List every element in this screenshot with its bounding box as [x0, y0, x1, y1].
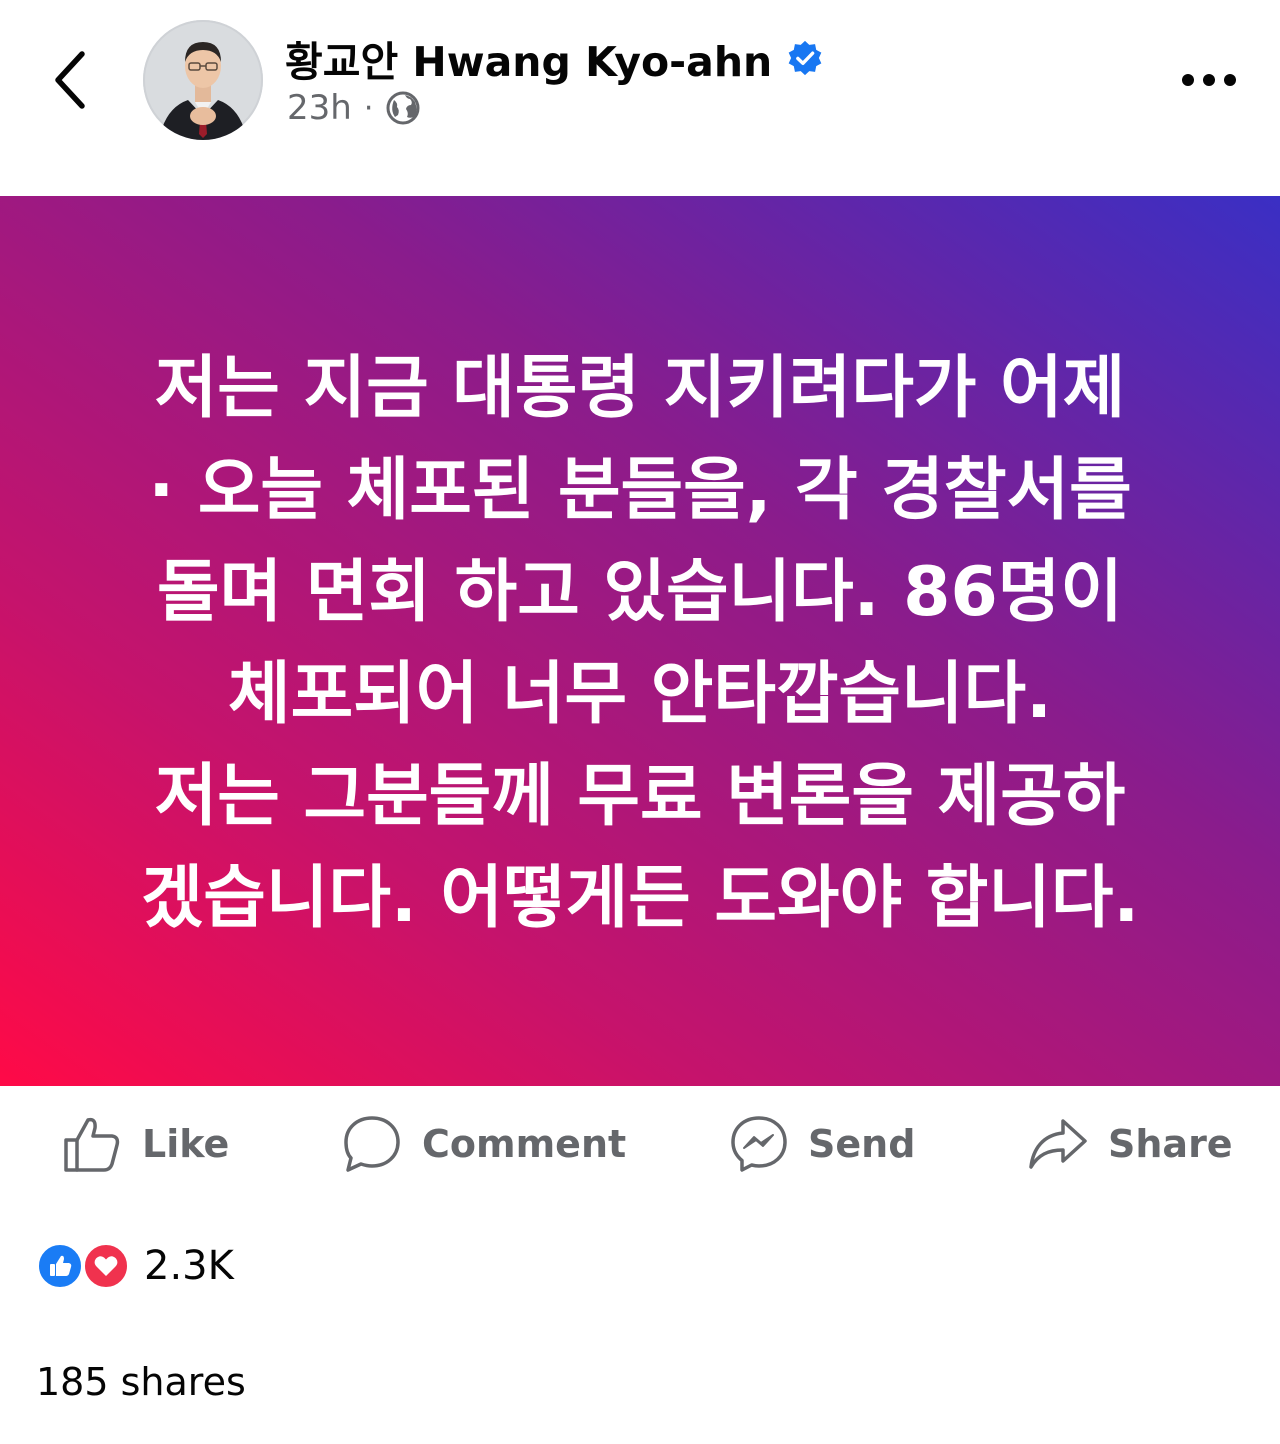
post-line: 체포되어 너무 안타깝습니다.	[228, 655, 1052, 734]
avatar-photo	[143, 20, 263, 140]
chevron-left-icon	[55, 51, 85, 109]
post-line: 저는 그분들께 무료 변론을 제공하	[154, 757, 1126, 836]
avatar[interactable]	[143, 20, 263, 140]
meta-separator: ·	[363, 90, 374, 126]
like-label: Like	[142, 1122, 230, 1166]
post-background-card: 저는 지금 대통령 지키려다가 어제 · 오늘 체포된 분들을, 각 경찰서를 …	[0, 196, 1280, 1086]
like-reaction-icon	[36, 1242, 84, 1290]
author-name[interactable]: 황교안 Hwang Kyo-ahn	[285, 28, 824, 88]
reaction-icons	[36, 1241, 132, 1291]
messenger-icon	[731, 1116, 787, 1172]
post-line: 겠습니다. 어떻게든 도와야 합니다.	[140, 859, 1140, 938]
post-text: 저는 지금 대통령 지키려다가 어제 · 오늘 체포된 분들을, 각 경찰서를 …	[70, 338, 1210, 950]
comment-button[interactable]: Comment	[342, 1112, 626, 1176]
verified-badge-icon	[788, 40, 822, 76]
share-label: Share	[1108, 1122, 1233, 1166]
comment-bubble-icon	[344, 1116, 400, 1172]
thumbs-up-icon	[64, 1117, 120, 1172]
globe-icon[interactable]	[385, 90, 421, 126]
timestamp[interactable]: 23h	[287, 88, 352, 128]
reactions-summary[interactable]: 2.3K	[36, 1240, 234, 1292]
share-button[interactable]: Share	[1028, 1112, 1233, 1176]
post-line: 돌며 면회 하고 있습니다. 86명이	[157, 553, 1123, 632]
love-reaction-icon	[82, 1242, 130, 1290]
more-options-icon	[1182, 74, 1236, 86]
back-button[interactable]	[40, 40, 100, 120]
post-line: · 오늘 체포된 분들을, 각 경찰서를	[148, 451, 1132, 530]
post-header: 황교안 Hwang Kyo-ahn 23h ·	[0, 0, 1280, 196]
share-arrow-icon	[1029, 1119, 1087, 1169]
comment-label: Comment	[422, 1122, 627, 1166]
send-label: Send	[808, 1122, 916, 1166]
post-line: 저는 지금 대통령 지키려다가 어제	[154, 349, 1126, 428]
post-meta: 23h ·	[287, 88, 421, 128]
more-options-button[interactable]	[1174, 58, 1244, 102]
author-name-text: 황교안 Hwang Kyo-ahn	[285, 38, 773, 86]
post-actions-bar: Like Comment Send Share	[0, 1086, 1280, 1206]
like-button[interactable]: Like	[62, 1112, 229, 1176]
send-button[interactable]: Send	[730, 1112, 915, 1176]
shares-count[interactable]: 185 shares	[36, 1360, 246, 1404]
reaction-count: 2.3K	[144, 1243, 234, 1289]
